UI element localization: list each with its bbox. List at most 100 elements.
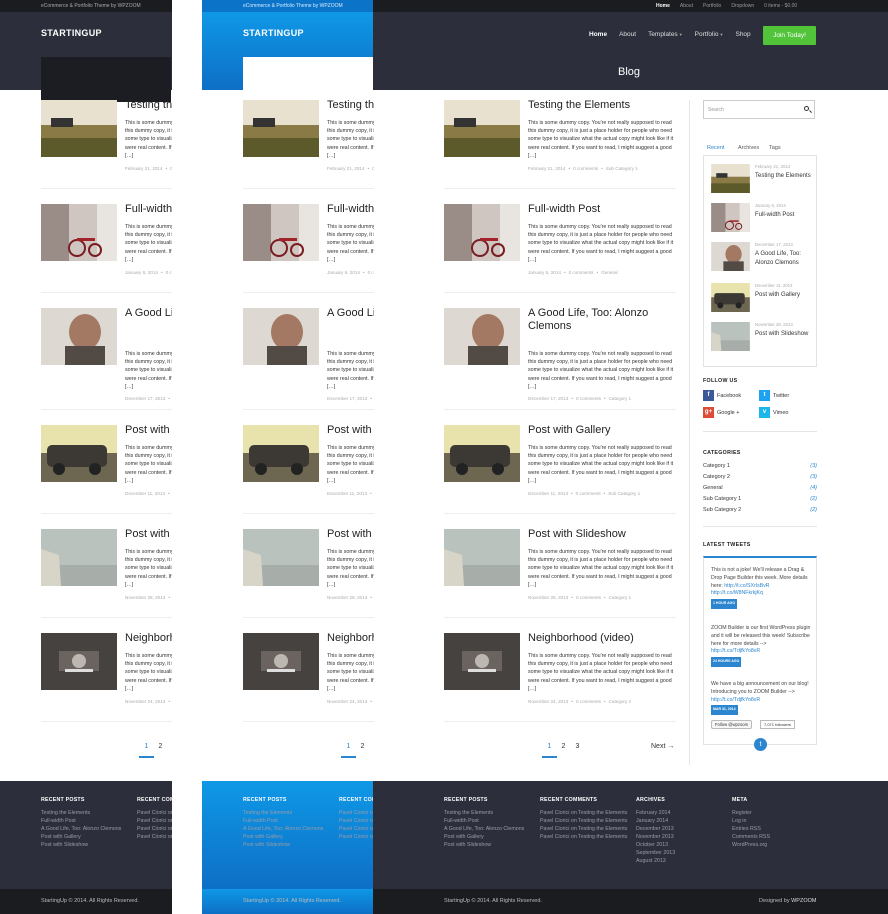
post-thumbnail[interactable] — [444, 425, 520, 482]
post-comments[interactable]: 0 comments — [569, 270, 594, 275]
main-nav-item[interactable]: Portfolio▼ — [695, 31, 724, 38]
footer-link[interactable]: December 2013 — [636, 825, 728, 833]
post-title[interactable]: Full-width Post — [125, 203, 172, 216]
category-item[interactable]: General (4) — [703, 485, 817, 491]
tab-archives[interactable]: Archives — [738, 145, 759, 151]
post-comments[interactable]: 0 comments — [576, 396, 601, 401]
category-item[interactable]: Sub Category 1 (2) — [703, 496, 817, 502]
post-thumbnail[interactable] — [243, 633, 319, 690]
page-link[interactable]: 3 — [570, 735, 585, 758]
footer-link[interactable]: Pavel Ciorici on Testing the Elements — [137, 825, 172, 833]
widget-thumbnail[interactable] — [711, 242, 750, 271]
footer-link[interactable]: September 2013 — [636, 849, 728, 857]
footer-link[interactable]: Post with Slideshow — [41, 841, 133, 849]
footer-link[interactable]: Comments RSS — [732, 833, 824, 841]
footer-link[interactable]: Pavel Ciorici on Testing the Elements — [137, 833, 172, 841]
footer-link[interactable]: WordPress.org — [732, 841, 824, 849]
site-logo[interactable]: STARTINGUP — [41, 28, 102, 38]
footer-link[interactable]: Full-width Post — [444, 817, 536, 825]
widget-thumbnail[interactable] — [711, 283, 750, 312]
post-category[interactable]: General — [601, 270, 617, 275]
cart-link[interactable]: 0 items - $0.00 — [764, 0, 797, 12]
post-title[interactable]: Full-width Post — [327, 203, 374, 216]
widget-post-title[interactable]: Testing the Elements — [755, 172, 815, 181]
post-title[interactable]: Neighborhood (video) — [528, 632, 676, 645]
social-link[interactable]: v Vimeo — [759, 407, 789, 419]
category-item[interactable]: Category 1 (3) — [703, 463, 817, 469]
post-title[interactable]: Neighborhood (video) — [327, 632, 374, 645]
footer-link[interactable]: A Good Life, Too: Alonzo Clemons — [243, 825, 335, 833]
post-category[interactable]: Category 1 — [609, 595, 631, 600]
post-thumbnail[interactable] — [41, 633, 117, 690]
post-comments[interactable]: 0 comments — [573, 166, 598, 171]
post-thumbnail[interactable] — [243, 425, 319, 482]
post-category[interactable]: Category 1 — [609, 396, 631, 401]
widget-thumbnail[interactable] — [711, 164, 750, 193]
post-category[interactable]: Sub Category 1 — [606, 166, 638, 171]
post-title[interactable]: Post with Gallery — [125, 424, 172, 437]
footer-link[interactable]: Pavel Ciorici on Testing the Elements — [137, 817, 172, 825]
search-icon[interactable] — [804, 106, 809, 111]
footer-link[interactable]: Post with Slideshow — [444, 841, 536, 849]
post-title[interactable]: Testing the Elements — [327, 99, 374, 112]
widget-post-title[interactable]: A Good Life, Too: Alonzo Clemons — [755, 250, 815, 268]
widget-post-title[interactable]: Post with Gallery — [755, 291, 815, 300]
top-nav-item[interactable]: About — [680, 0, 693, 12]
top-nav-item[interactable]: Dropdown — [731, 0, 754, 12]
post-title[interactable]: Neighborhood (video) — [125, 632, 172, 645]
footer-link[interactable]: Post with Gallery — [243, 833, 335, 841]
post-comments[interactable]: 0 comments — [576, 699, 601, 704]
post-title[interactable]: A Good Life, Too: Alonzo Clemons — [327, 307, 374, 320]
footer-link[interactable]: Post with Slideshow — [243, 841, 335, 849]
designer-link[interactable]: WPZOOM — [791, 898, 816, 904]
tweet-time[interactable]: 1 HOUR AGO — [711, 599, 738, 609]
post-title[interactable]: A Good Life, Too: Alonzo Clemons — [125, 307, 172, 320]
top-nav-item[interactable]: Portfolio — [703, 0, 721, 12]
footer-link[interactable]: Full-width Post — [243, 817, 335, 825]
post-title[interactable]: Testing the Elements — [528, 99, 676, 112]
footer-link[interactable]: Pavel Ciorici on Testing the Elements — [339, 825, 374, 833]
tweet-time[interactable]: MAR 31, 2014 — [711, 705, 738, 716]
main-nav-item[interactable]: About — [619, 31, 636, 38]
footer-link[interactable]: Post with Gallery — [444, 833, 536, 841]
post-title[interactable]: A Good Life, Too: Alonzo Clemons — [528, 307, 676, 333]
footer-link[interactable]: Pavel Ciorici on Testing the Elements — [540, 809, 632, 817]
next-page-link[interactable]: Next → — [651, 735, 674, 758]
search-input[interactable]: Search — [703, 100, 815, 119]
category-item[interactable]: Sub Category 2 (2) — [703, 507, 817, 513]
post-thumbnail[interactable] — [444, 204, 520, 261]
follow-twitter-button[interactable]: Follow @wpzoom — [711, 720, 753, 729]
widget-post-title[interactable]: Post with Slideshow — [755, 330, 815, 339]
footer-link[interactable]: Pavel Ciorici on Testing the Elements — [540, 833, 632, 841]
post-title[interactable]: Post with Slideshow — [125, 528, 172, 541]
social-link[interactable]: t Twitter — [759, 390, 789, 402]
footer-link[interactable]: Pavel Ciorici on Testing the Elements — [540, 817, 632, 825]
page-link[interactable]: 2 — [556, 735, 571, 758]
post-thumbnail[interactable] — [243, 529, 319, 586]
tab-recent[interactable]: Recent — [707, 145, 724, 151]
footer-link[interactable]: Pavel Ciorici on Testing the Elements — [339, 817, 374, 825]
widget-thumbnail[interactable] — [711, 322, 750, 351]
page-link[interactable]: 1 — [139, 735, 154, 758]
post-thumbnail[interactable] — [41, 100, 117, 157]
footer-link[interactable]: A Good Life, Too: Alonzo Clemons — [41, 825, 133, 833]
footer-link[interactable]: Testing the Elements — [243, 809, 335, 817]
post-thumbnail[interactable] — [444, 529, 520, 586]
tweet-link[interactable]: http://t.co/TdjfkYo8vR — [711, 697, 760, 703]
post-thumbnail[interactable] — [243, 204, 319, 261]
tab-tags[interactable]: Tags — [769, 145, 781, 151]
post-thumbnail[interactable] — [243, 100, 319, 157]
post-title[interactable]: Post with Slideshow — [528, 528, 676, 541]
footer-link[interactable]: A Good Life, Too: Alonzo Clemons — [444, 825, 536, 833]
page-link[interactable]: 1 — [542, 735, 557, 758]
site-logo[interactable]: STARTINGUP — [243, 28, 304, 38]
footer-link[interactable]: Register — [732, 809, 824, 817]
post-title[interactable]: Full-width Post — [528, 203, 676, 216]
top-nav-item[interactable]: Home — [656, 0, 670, 12]
main-nav-item[interactable]: Shop — [735, 31, 750, 38]
tweet-time[interactable]: 24 HOURS AGO — [711, 657, 742, 667]
post-category[interactable]: Sub Category 1 — [608, 491, 640, 496]
page-link[interactable]: 1 — [341, 735, 356, 758]
footer-link[interactable]: October 2013 — [636, 841, 728, 849]
footer-link[interactable]: Entries RSS — [732, 825, 824, 833]
